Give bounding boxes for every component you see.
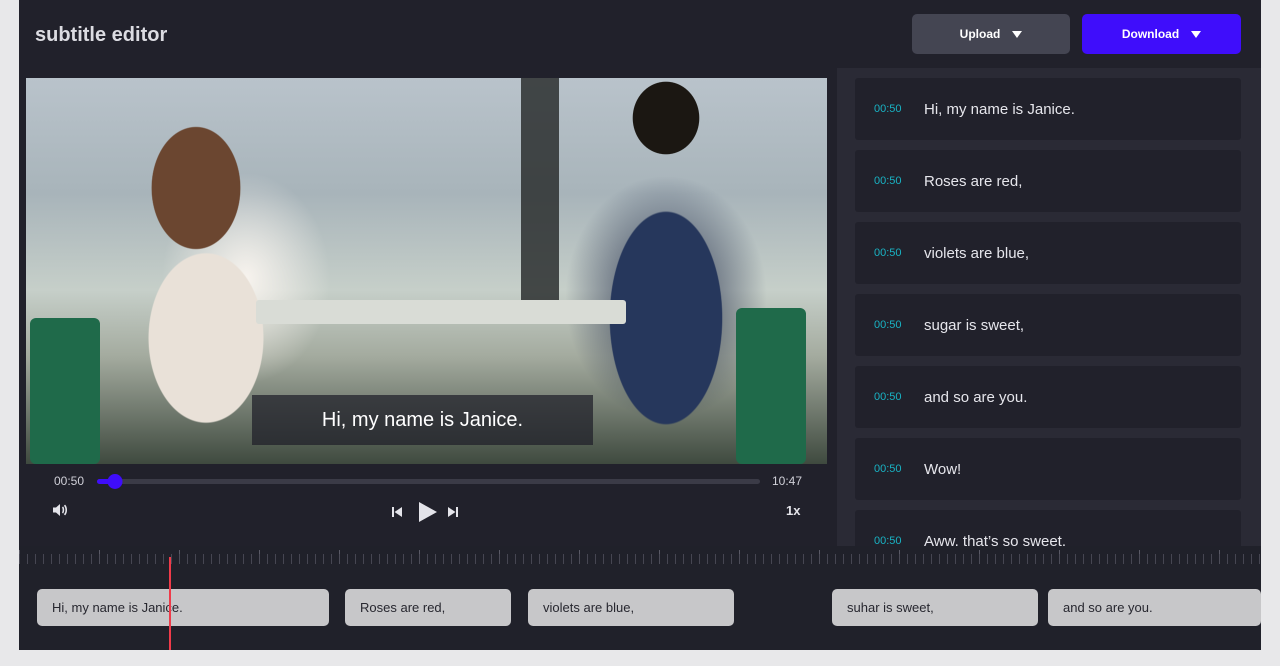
subtitle-time: 00:50	[874, 103, 902, 115]
timeline-clip[interactable]: and so are you.	[1048, 589, 1261, 626]
skip-next-icon[interactable]	[447, 506, 459, 518]
subtitle-time: 00:50	[874, 319, 902, 331]
play-icon[interactable]	[418, 501, 438, 523]
upload-button[interactable]: Upload	[912, 14, 1070, 54]
seek-bar[interactable]	[97, 474, 760, 489]
playback-speed[interactable]: 1x	[786, 503, 800, 518]
subtitle-text[interactable]: Hi, my name is Janice.	[924, 101, 1075, 118]
subtitle-text[interactable]: and so are you.	[924, 389, 1027, 406]
timeline-clip[interactable]: Roses are red,	[345, 589, 511, 626]
timeline-clip[interactable]: violets are blue,	[528, 589, 734, 626]
caret-down-icon	[1012, 30, 1023, 38]
subtitle-item[interactable]: 00:50 and so are you.	[855, 366, 1241, 428]
subtitle-time: 00:50	[874, 463, 902, 475]
subtitle-item[interactable]: 00:50 sugar is sweet,	[855, 294, 1241, 356]
top-bar: subtitle editor Upload Download	[19, 0, 1261, 68]
total-time: 10:47	[772, 474, 803, 488]
caret-down-icon	[1191, 30, 1202, 38]
upload-button-label: Upload	[959, 27, 1001, 41]
timeline-clip[interactable]: Hi, my name is Janice.	[37, 589, 329, 626]
subtitle-item[interactable]: 00:50 Wow!	[855, 438, 1241, 500]
subtitle-item[interactable]: 00:50 Aww, that’s so sweet.	[855, 510, 1241, 550]
download-button-label: Download	[1121, 27, 1180, 41]
video-subtitle-overlay: Hi, my name is Janice.	[252, 395, 593, 445]
volume-icon[interactable]	[52, 502, 68, 518]
video-scene-chair-left	[30, 318, 100, 464]
skip-previous-icon[interactable]	[391, 506, 403, 518]
subtitle-text[interactable]: Roses are red,	[924, 173, 1022, 190]
current-time: 00:50	[54, 474, 85, 488]
subtitle-text[interactable]: sugar is sweet,	[924, 317, 1024, 334]
app-title: subtitle editor	[35, 24, 168, 46]
download-button[interactable]: Download	[1082, 14, 1241, 54]
subtitle-item[interactable]: 00:50 violets are blue,	[855, 222, 1241, 284]
subtitle-list: 00:50 Hi, my name is Janice. 00:50 Roses…	[855, 78, 1241, 550]
video-player: Hi, my name is Janice. 00:50 10:47 1x	[19, 68, 837, 546]
subtitle-text[interactable]: violets are blue,	[924, 245, 1029, 262]
timeline-clip[interactable]: suhar is sweet,	[832, 589, 1038, 626]
video-frame[interactable]: Hi, my name is Janice.	[26, 78, 827, 464]
subtitle-item[interactable]: 00:50 Hi, my name is Janice.	[855, 78, 1241, 140]
subtitle-item[interactable]: 00:50 Roses are red,	[855, 150, 1241, 212]
subtitle-text[interactable]: Wow!	[924, 461, 961, 478]
subtitle-time: 00:50	[874, 175, 902, 187]
timeline-playhead[interactable]	[169, 557, 171, 650]
subtitle-time: 00:50	[874, 391, 902, 403]
timeline[interactable]: Hi, my name is Janice. Roses are red, vi…	[19, 546, 1261, 650]
seek-bar-thumb[interactable]	[107, 474, 123, 489]
timeline-ruler	[19, 554, 1261, 564]
subtitle-time: 00:50	[874, 247, 902, 259]
video-scene-table	[256, 300, 626, 324]
subtitle-editor-app: subtitle editor Upload Download Hi, my n…	[19, 0, 1261, 650]
